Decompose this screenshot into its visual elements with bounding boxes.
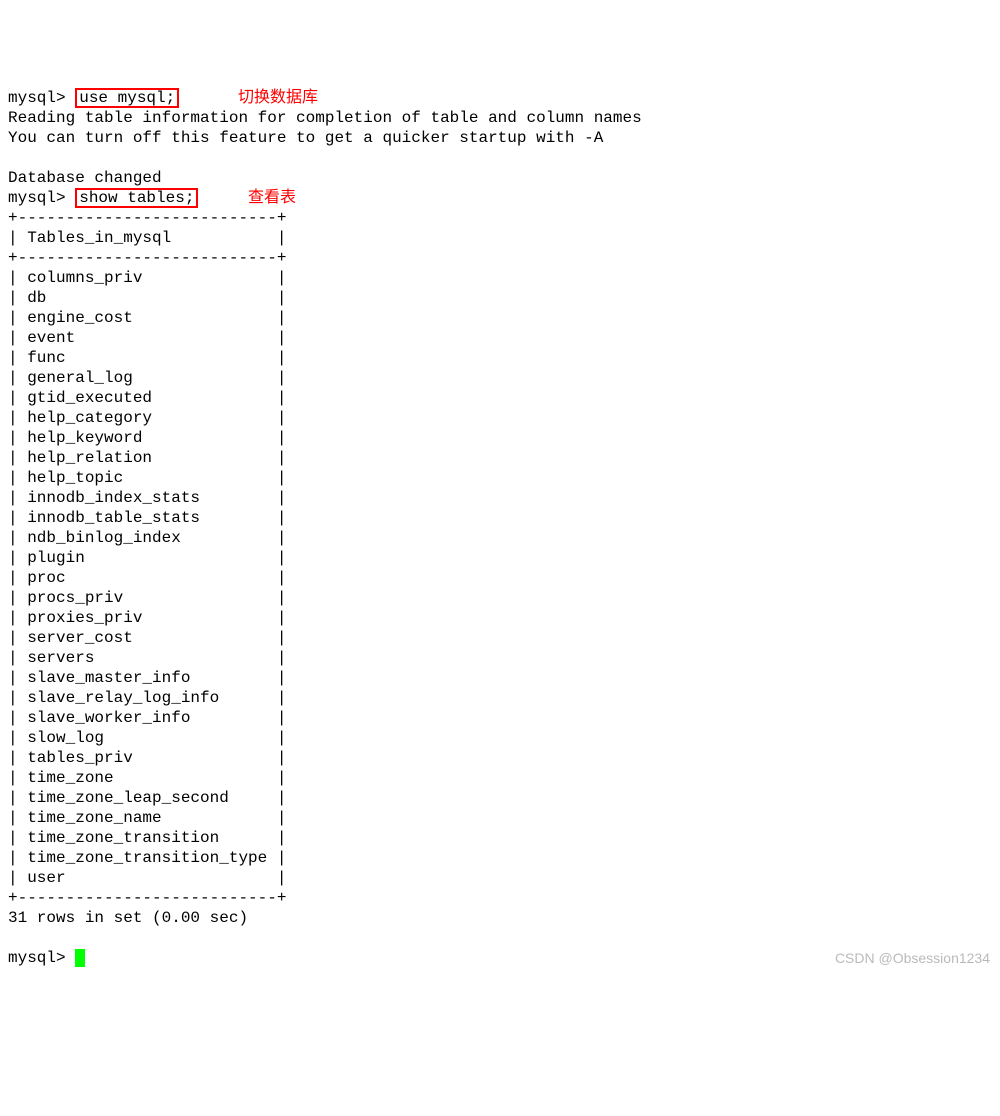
table-border: +---------------------------+ [8, 888, 992, 908]
table-row: | general_log | [8, 368, 992, 388]
table-row: | proc | [8, 568, 992, 588]
table-border: +---------------------------+ [8, 248, 992, 268]
database-changed: Database changed [8, 168, 992, 188]
table-header: | Tables_in_mysql | [8, 228, 992, 248]
table-row: | procs_priv | [8, 588, 992, 608]
terminal-output[interactable]: mysql> use mysql; 切换数据库Reading table info… [8, 88, 992, 968]
table-row: | slave_relay_log_info | [8, 688, 992, 708]
table-row: | time_zone | [8, 768, 992, 788]
table-border: +---------------------------+ [8, 208, 992, 228]
table-row: | slow_log | [8, 728, 992, 748]
table-row: | plugin | [8, 548, 992, 568]
command-show-tables: show tables; [75, 188, 198, 208]
table-row: | tables_priv | [8, 748, 992, 768]
table-row: | help_keyword | [8, 428, 992, 448]
table-row: | ndb_binlog_index | [8, 528, 992, 548]
table-row: | time_zone_transition | [8, 828, 992, 848]
result-summary: 31 rows in set (0.00 sec) [8, 908, 992, 928]
output-line: You can turn off this feature to get a q… [8, 128, 992, 148]
mysql-prompt: mysql> [8, 189, 75, 207]
table-row: | slave_master_info | [8, 668, 992, 688]
cursor-icon [75, 949, 85, 967]
table-row: | time_zone_name | [8, 808, 992, 828]
table-row: | slave_worker_info | [8, 708, 992, 728]
table-row: | db | [8, 288, 992, 308]
table-row: | help_category | [8, 408, 992, 428]
table-row: | help_relation | [8, 448, 992, 468]
table-row: | proxies_priv | [8, 608, 992, 628]
mysql-prompt: mysql> [8, 949, 75, 967]
prompt-line-show-tables[interactable]: mysql> show tables; 查看表 [8, 188, 992, 208]
annotation-switch-db: 切换数据库 [238, 88, 318, 108]
table-row: | user | [8, 868, 992, 888]
table-row: | innodb_index_stats | [8, 488, 992, 508]
table-row: | columns_priv | [8, 268, 992, 288]
table-row: | func | [8, 348, 992, 368]
table-row: | server_cost | [8, 628, 992, 648]
table-row: | engine_cost | [8, 308, 992, 328]
table-row: | innodb_table_stats | [8, 508, 992, 528]
table-row: | gtid_executed | [8, 388, 992, 408]
annotation-view-tables: 查看表 [248, 188, 296, 208]
table-row: | help_topic | [8, 468, 992, 488]
output-line: Reading table information for completion… [8, 108, 992, 128]
watermark: CSDN @Obsession1234 [835, 948, 990, 968]
prompt-line-use-mysql[interactable]: mysql> use mysql; 切换数据库 [8, 88, 992, 108]
table-row: | servers | [8, 648, 992, 668]
mysql-prompt: mysql> [8, 89, 75, 107]
table-row: | event | [8, 328, 992, 348]
command-use-mysql: use mysql; [75, 88, 179, 108]
table-row: | time_zone_leap_second | [8, 788, 992, 808]
table-row: | time_zone_transition_type | [8, 848, 992, 868]
